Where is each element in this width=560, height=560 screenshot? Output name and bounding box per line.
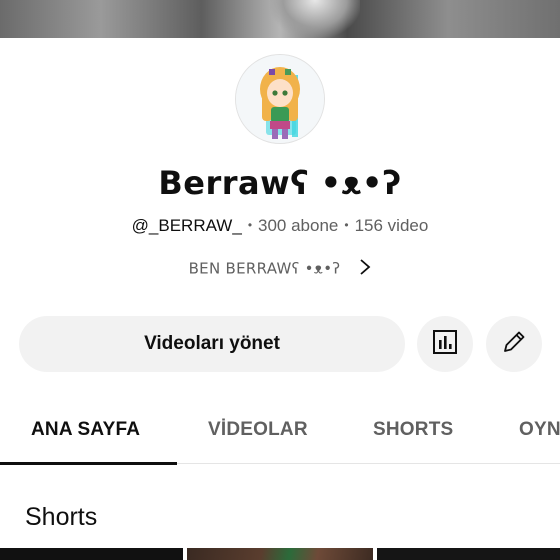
separator-dot: • (344, 218, 349, 232)
channel-banner (0, 0, 560, 38)
tab-home[interactable]: ANA SAYFA (31, 396, 140, 464)
bar-chart-icon (432, 329, 458, 360)
channel-description[interactable]: BEN BERRAWʕ •ᴥ•ʔ (0, 258, 560, 280)
manage-videos-button[interactable]: Videoları yönet (19, 316, 405, 372)
tab-videos[interactable]: VİDEOLAR (208, 396, 308, 464)
tab-playlists[interactable]: OYN (519, 396, 560, 464)
edit-channel-button[interactable] (486, 316, 542, 372)
video-count: 156 video (354, 216, 429, 235)
separator-dot: • (247, 218, 253, 232)
shorts-thumbnail[interactable] (377, 548, 560, 560)
channel-tabs: ANA SAYFA VİDEOLAR SHORTS OYN (0, 396, 560, 464)
subscriber-count: 300 abone (258, 216, 339, 235)
channel-meta: @_BERRAW_ • 300 abone • 156 video (0, 216, 560, 236)
channel-avatar[interactable] (235, 54, 325, 144)
avatar-illustration (236, 55, 324, 143)
channel-name: Berrawʕ •ᴥ•ʔ (158, 164, 402, 202)
description-text: BEN BERRAWʕ •ᴥ•ʔ (188, 259, 341, 278)
active-tab-indicator (0, 462, 177, 465)
channel-handle[interactable]: @_BERRAW_ (132, 216, 242, 235)
chevron-right-icon (359, 258, 371, 280)
pencil-icon (500, 328, 528, 361)
tab-shorts[interactable]: SHORTS (373, 396, 453, 464)
analytics-button[interactable] (417, 316, 473, 372)
shorts-thumbnail[interactable] (0, 548, 183, 560)
shorts-thumbnail[interactable] (187, 548, 373, 560)
shorts-section-title: Shorts (25, 503, 98, 531)
